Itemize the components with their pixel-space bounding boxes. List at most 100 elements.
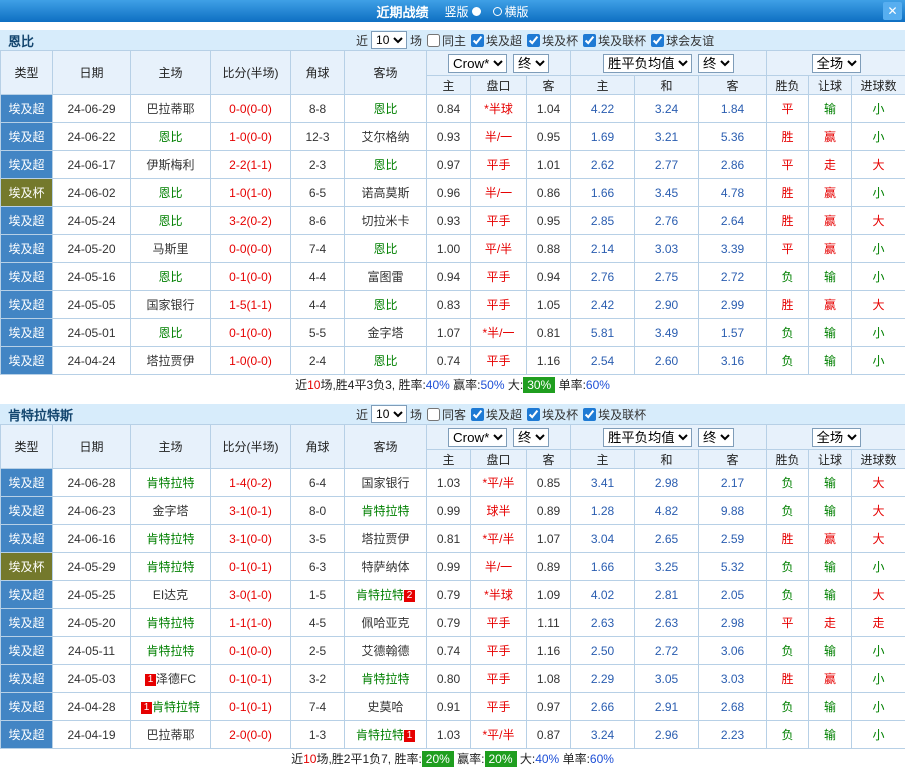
filter-checkbox-item[interactable]: 同客	[427, 406, 466, 423]
asian-away-odds: 0.85	[527, 469, 571, 497]
filter-checkbox[interactable]	[583, 408, 596, 421]
europe-time-select[interactable]: 终	[698, 428, 734, 447]
asian-away-odds: 1.08	[527, 665, 571, 693]
odds-time-select[interactable]: 终	[513, 428, 549, 447]
asian-away-odds: 0.97	[527, 693, 571, 721]
date-cell: 24-05-11	[53, 637, 131, 665]
home-team-cell: 国家银行	[131, 291, 211, 319]
filter-checkbox-item[interactable]: 埃及联杯	[583, 32, 646, 49]
handicap-cell: 半/一	[471, 179, 527, 207]
euro-draw-odds: 2.72	[635, 637, 699, 665]
summary-part: 近	[291, 752, 303, 766]
scope-select[interactable]: 全场	[812, 428, 861, 447]
euro-draw-odds: 2.76	[635, 207, 699, 235]
filter-checkbox[interactable]	[427, 34, 440, 47]
euro-draw-odds: 3.03	[635, 235, 699, 263]
team-label: 肯特拉特	[146, 616, 194, 630]
result-cell: 负	[767, 469, 809, 497]
league-cell: 埃及超	[1, 469, 53, 497]
date-cell: 24-05-05	[53, 291, 131, 319]
asian-home-odds: 1.03	[427, 721, 471, 749]
bookmaker-select[interactable]: Crow*	[448, 428, 507, 447]
games-count-select[interactable]: 10	[371, 405, 407, 423]
filter-checkbox-item[interactable]: 埃及超	[471, 32, 522, 49]
league-cell: 埃及超	[1, 235, 53, 263]
filter-checkbox[interactable]	[427, 408, 440, 421]
asian-away-odds: 1.11	[527, 609, 571, 637]
away-team-cell: 金字塔	[345, 319, 427, 347]
handicap-cell: 半/一	[471, 123, 527, 151]
filter-checkbox[interactable]	[651, 34, 664, 47]
match-row: 埃及超24-06-22恩比1-0(0-0)12-3艾尔格纳0.93半/一0.95…	[1, 123, 905, 151]
goals-cell: 小	[852, 263, 905, 291]
corner-cell: 1-5	[291, 581, 345, 609]
europe-odds-select[interactable]: 胜平负均值	[603, 428, 692, 447]
europe-odds-select[interactable]: 胜平负均值	[603, 54, 692, 73]
team-label: 佩哈亚克	[361, 616, 409, 630]
euro-home-odds: 2.50	[571, 637, 635, 665]
score-cell: 0-1(0-1)	[211, 665, 291, 693]
euro-away-odds: 3.06	[699, 637, 767, 665]
euro-away-odds: 2.86	[699, 151, 767, 179]
games-count-select[interactable]: 10	[371, 31, 407, 49]
col-home: 主场	[131, 51, 211, 95]
asian-home-odds: 0.79	[427, 609, 471, 637]
asian-away-odds: 1.05	[527, 291, 571, 319]
away-team-cell: 肯特拉特	[345, 665, 427, 693]
europe-time-select[interactable]: 终	[698, 54, 734, 73]
date-cell: 24-05-16	[53, 263, 131, 291]
cover-cell: 赢	[809, 235, 852, 263]
handicap-cell: *半球	[471, 581, 527, 609]
corner-cell: 3-5	[291, 525, 345, 553]
asian-away-odds: 0.88	[527, 235, 571, 263]
result-cell: 胜	[767, 665, 809, 693]
filter-bar: 近 10 场 同主埃及超埃及杯埃及联杯球会友谊	[356, 31, 714, 49]
summary-part: 大:	[517, 752, 536, 766]
filter-checkbox-item[interactable]: 埃及超	[471, 406, 522, 423]
odds-time-select[interactable]: 终	[513, 54, 549, 73]
summary-part: 单率:	[559, 752, 590, 766]
asian-away-odds: 1.07	[527, 525, 571, 553]
close-icon[interactable]: ✕	[883, 2, 902, 20]
team-label: 恩比	[373, 158, 397, 172]
filter-checkbox-item[interactable]: 同主	[427, 32, 466, 49]
col-date: 日期	[53, 51, 131, 95]
filter-checkbox-item[interactable]: 球会友谊	[651, 32, 714, 49]
euro-draw-odds: 2.91	[635, 693, 699, 721]
filter-checkbox[interactable]	[527, 34, 540, 47]
match-row: 埃及超24-06-29巴拉蒂耶0-0(0-0)8-8恩比0.84*半球1.044…	[1, 95, 905, 123]
euro-home-odds: 2.29	[571, 665, 635, 693]
away-team-cell: 肯特拉特2	[345, 581, 427, 609]
asian-home-odds: 0.96	[427, 179, 471, 207]
col-asian-away: 客	[527, 76, 571, 95]
filter-checkbox[interactable]	[583, 34, 596, 47]
away-team-cell: 肯特拉特	[345, 497, 427, 525]
result-cell: 胜	[767, 123, 809, 151]
filter-checkbox-item[interactable]: 埃及杯	[527, 32, 578, 49]
corner-cell: 7-4	[291, 235, 345, 263]
scope-select[interactable]: 全场	[812, 54, 861, 73]
team-label: 特萨纳体	[361, 560, 409, 574]
team-label: 马斯里	[152, 242, 188, 256]
filter-checkbox-item[interactable]: 埃及联杯	[583, 406, 646, 423]
away-team-cell: 佩哈亚克	[345, 609, 427, 637]
filter-checkbox[interactable]	[527, 408, 540, 421]
radio-portrait[interactable]: 竖版	[444, 3, 480, 20]
filter-checkbox[interactable]	[471, 408, 484, 421]
team-label: 塔拉贾伊	[146, 354, 194, 368]
date-cell: 24-05-03	[53, 665, 131, 693]
asian-home-odds: 1.07	[427, 319, 471, 347]
league-cell: 埃及超	[1, 609, 53, 637]
cover-cell: 输	[809, 263, 852, 291]
filter-checkbox[interactable]	[471, 34, 484, 47]
filter-checkbox-item[interactable]: 埃及杯	[527, 406, 578, 423]
handicap-cell: *平/半	[471, 721, 527, 749]
score-cell: 3-1(0-0)	[211, 525, 291, 553]
near-label: 近	[356, 32, 368, 49]
euro-away-odds: 2.64	[699, 207, 767, 235]
corner-cell: 2-4	[291, 347, 345, 375]
cover-cell: 赢	[809, 179, 852, 207]
handicap-cell: 平手	[471, 263, 527, 291]
bookmaker-select[interactable]: Crow*	[448, 54, 507, 73]
radio-landscape[interactable]: 横版	[493, 3, 529, 20]
